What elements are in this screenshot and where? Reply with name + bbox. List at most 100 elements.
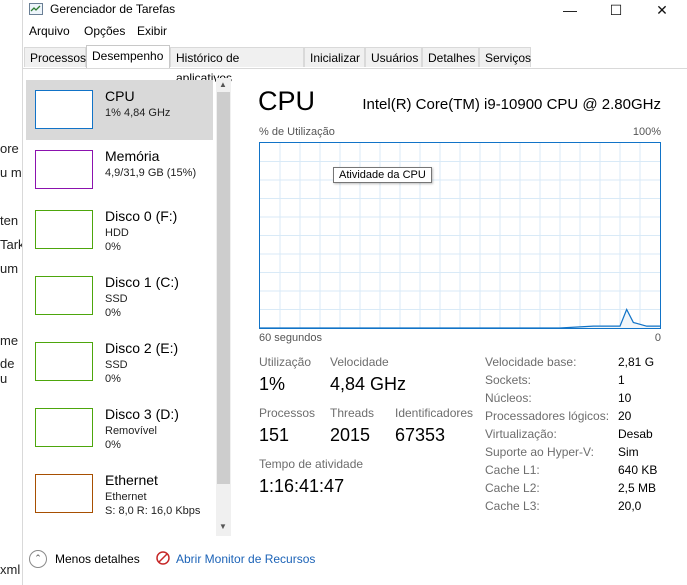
info-label: Virtualização: [485,427,557,441]
info-value: Desab [618,427,653,441]
resource-name: Disco 0 (F:) [105,208,178,224]
background-text: me [0,333,19,348]
tab-detalhes[interactable]: Detalhes [422,47,479,67]
tab-bar: Processos Desempenho Histórico de aplica… [23,45,687,85]
page-title: CPU [258,86,316,116]
scroll-down-icon[interactable]: ▼ [219,522,227,531]
minimize-icon[interactable]: — [547,0,593,22]
threads-label: Threads [330,406,375,420]
tab-servicos[interactable]: Serviços [479,47,531,67]
background-window: ore u m ten Tark um me de u xml [0,0,25,585]
cpu-thumbnail [35,90,93,129]
background-text: u m [0,165,22,180]
graph-max-label: 100% [632,126,661,138]
info-value: 20,0 [618,499,642,513]
scroll-up-icon[interactable]: ▲ [219,80,227,89]
resource-disk-2[interactable]: Disco 2 (E:) SSD 0% [26,332,213,392]
graph-x-end-label: 0 [654,332,661,344]
info-label: Cache L3: [485,499,540,513]
resource-name: Ethernet [105,472,158,488]
less-details-button[interactable]: Menos detalhes [55,552,140,566]
resource-name: Disco 3 (D:) [105,406,179,422]
disk-thumbnail [35,210,93,249]
resource-usage: 0% [105,307,121,319]
disk-thumbnail [35,342,93,381]
task-manager-window: Gerenciador de Tarefas — ☐ ✕ Arquivo Opç… [22,0,687,585]
info-label: Velocidade base: [485,355,577,369]
utilization-value: 1% [259,374,286,394]
info-value: 2,5 MB [618,481,657,495]
utilization-label: Utilização [259,355,312,369]
cpu-detail-pane: CPU Intel(R) Core(TM) i9-10900 CPU @ 2.8… [258,86,687,536]
ethernet-thumbnail [35,474,93,513]
resource-list-scrollbar[interactable]: ▲ ▼ [216,78,231,536]
info-value: 2,81 G [618,355,655,369]
scroll-thumb[interactable] [217,92,230,484]
resource-ethernet[interactable]: Ethernet Ethernet S: 8,0 R: 16,0 Kbps [26,464,213,524]
background-text: ore [0,141,19,156]
info-value: 1 [618,373,625,387]
resource-usage: 0% [105,439,121,451]
footer-bar: ⌃ Menos detalhes Abrir Monitor de Recurs… [23,546,687,574]
resource-disk-0[interactable]: Disco 0 (F:) HDD 0% [26,200,213,260]
background-text: ten [0,213,19,228]
handles-label: Identificadores [395,406,474,420]
resource-name: Disco 2 (E:) [105,340,179,356]
window-title: Gerenciador de Tarefas [50,2,176,16]
disk-thumbnail [35,408,93,447]
open-resource-monitor-link[interactable]: Abrir Monitor de Recursos [176,552,315,566]
resource-disk-1[interactable]: Disco 1 (C:) SSD 0% [26,266,213,326]
memory-thumbnail [35,150,93,189]
info-label: Cache L2: [485,481,540,495]
graph-tooltip: Atividade da CPU [333,167,432,183]
threads-value: 2015 [330,425,371,445]
resource-detail: Removível [105,425,157,437]
resource-detail: SSD [105,359,128,371]
info-label: Núcleos: [485,391,532,405]
resource-name: Disco 1 (C:) [105,274,179,290]
speed-value: 4,84 GHz [330,374,407,394]
background-text: Tark [0,237,25,252]
info-label: Cache L1: [485,463,540,477]
resource-detail: SSD [105,293,128,305]
resource-list: CPU 1% 4,84 GHz Memória 4,9/31,9 GB (15%… [23,76,234,536]
resource-monitor-icon[interactable] [156,551,170,565]
resource-detail: 1% 4,84 GHz [105,107,171,119]
resource-disk-3[interactable]: Disco 3 (D:) Removível 0% [26,398,213,458]
menu-exibir[interactable]: Exibir [137,24,167,38]
tab-processos[interactable]: Processos [24,47,86,67]
cpu-model: Intel(R) Core(TM) i9-10900 CPU @ 2.80GHz [362,96,661,113]
disk-thumbnail [35,276,93,315]
background-text: um [0,261,19,276]
resource-memory[interactable]: Memória 4,9/31,9 GB (15%) [26,140,213,200]
resource-detail: 4,9/31,9 GB (15%) [105,167,197,179]
graph-x-start-label: 60 segundos [259,332,322,344]
resource-detail: Ethernet [105,491,147,503]
close-icon[interactable]: ✕ [639,0,685,22]
resource-name: Memória [105,148,160,164]
tab-historico[interactable]: Histórico de aplicativos [170,47,304,85]
processes-label: Processos [259,406,316,420]
resource-cpu[interactable]: CPU 1% 4,84 GHz [26,80,213,140]
graph-y-label: % de Utilização [259,126,335,138]
tab-desempenho[interactable]: Desempenho [86,45,170,68]
info-value: Sim [618,445,639,459]
background-text: xml [0,562,21,577]
speed-label: Velocidade [330,355,389,369]
title-bar[interactable]: Gerenciador de Tarefas — ☐ ✕ [23,0,687,22]
cpu-usage-graph: Atividade da CPU [259,142,661,329]
info-value: 20 [618,409,632,423]
uptime-value: 1:16:41:47 [259,476,345,496]
tab-usuarios[interactable]: Usuários [365,47,422,67]
info-label: Processadores lógicos: [485,409,610,423]
info-value: 640 KB [618,463,658,477]
tab-inicializar[interactable]: Inicializar [304,47,365,67]
resource-detail: HDD [105,227,129,239]
resource-name: CPU [105,88,135,104]
task-manager-icon [29,3,43,15]
maximize-icon[interactable]: ☐ [593,0,639,22]
menu-opcoes[interactable]: Opções [84,24,125,38]
resource-usage: 0% [105,241,121,253]
menu-arquivo[interactable]: Arquivo [29,24,70,38]
chevron-up-icon[interactable]: ⌃ [29,550,47,568]
